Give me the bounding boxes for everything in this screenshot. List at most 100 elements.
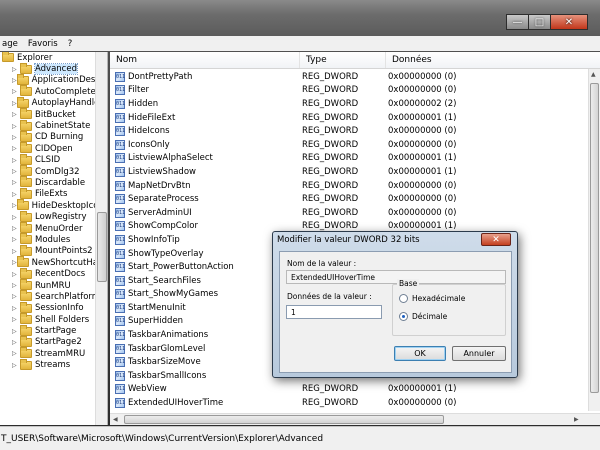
tree-item-label: LowRegistry — [35, 212, 87, 223]
tree-item[interactable]: ▷ ApplicationDestina — [0, 73, 107, 86]
values-vertical-scrollbar[interactable]: ▲ — [588, 69, 600, 411]
minimize-button[interactable]: — — [506, 14, 528, 30]
expand-arrow-icon[interactable]: ▷ — [12, 66, 20, 73]
scroll-up-icon[interactable]: ▲ — [591, 71, 596, 78]
values-horizontal-scrollbar[interactable]: ◀ ▶ — [110, 413, 600, 425]
tree-item[interactable]: ▷ ComDlg32 — [0, 165, 107, 177]
tree-scrollbar[interactable] — [95, 52, 107, 425]
radio-decimal[interactable]: Décimale — [399, 312, 447, 321]
column-header-type[interactable]: Type — [300, 52, 386, 68]
tree-scroll-thumb[interactable] — [97, 212, 107, 282]
expand-arrow-icon[interactable]: ▷ — [12, 100, 17, 107]
tree-item[interactable]: ▷ StartPage2 — [0, 335, 107, 348]
table-row[interactable]: 011 WebView REG_DWORD 0x00000001 (1) — [110, 383, 588, 397]
value-name: ShowCompColor — [128, 221, 198, 232]
expand-arrow-icon[interactable]: ▷ — [12, 271, 20, 278]
radio-hexadecimal[interactable]: Hexadécimale — [399, 294, 465, 303]
registry-tree[interactable]: Explorer ▷ Advanced ▷ ApplicationDestina ▷ Au… — [0, 52, 108, 425]
table-row[interactable]: 011 ListviewShadow REG_DWORD 0x00000001 (1) — [110, 165, 588, 179]
table-row[interactable]: 011 DontPrettyPath REG_DWORD 0x00000000 (0) — [110, 70, 588, 84]
maximize-button[interactable]: □ — [528, 14, 550, 30]
tree-item[interactable]: ▷ StreamMRU — [0, 347, 107, 359]
values-hscroll-thumb[interactable] — [124, 415, 444, 424]
expand-arrow-icon[interactable]: ▷ — [12, 214, 20, 221]
table-row[interactable]: 011 Hidden REG_DWORD 0x00000002 (2) — [110, 97, 588, 111]
expand-arrow-icon[interactable]: ▷ — [12, 282, 20, 289]
expand-arrow-icon[interactable]: ▷ — [12, 88, 20, 95]
scroll-left-icon[interactable]: ◀ — [113, 416, 118, 423]
table-row[interactable]: 011 MapNetDrvBtn REG_DWORD 0x00000000 (0) — [110, 179, 588, 193]
expand-arrow-icon[interactable]: ▷ — [12, 202, 17, 209]
expand-arrow-icon[interactable]: ▷ — [12, 77, 17, 84]
tree-item[interactable]: ▷ BitBucket — [0, 108, 107, 120]
tree-item[interactable]: ▷ CLSID — [0, 153, 107, 166]
tree-item[interactable]: ▷ SessionInfo — [0, 301, 107, 314]
radio-dec-icon[interactable] — [399, 312, 408, 321]
folder-icon — [20, 130, 32, 142]
menu-item-favoris[interactable]: Favoris — [28, 39, 58, 49]
expand-arrow-icon[interactable]: ▷ — [12, 305, 20, 312]
table-row[interactable]: 011 ListviewAlphaSelect REG_DWORD 0x0000000… — [110, 152, 588, 166]
expand-arrow-icon[interactable]: ▷ — [12, 191, 20, 198]
tree-item[interactable]: ▷ Streams — [0, 358, 107, 371]
expand-arrow-icon[interactable]: ▷ — [12, 339, 20, 346]
column-header-data[interactable]: Données — [386, 52, 600, 68]
expand-arrow-icon[interactable]: ▷ — [12, 157, 20, 164]
scroll-right-icon[interactable]: ▶ — [574, 416, 579, 423]
tree-item[interactable]: ▷ Shell Folders — [0, 313, 107, 325]
expand-arrow-icon[interactable]: ▷ — [12, 225, 20, 232]
table-row[interactable]: 011 ExtendedUIHoverTime REG_DWORD 0x0000000… — [110, 396, 588, 410]
value-data-field[interactable]: 1 — [286, 305, 382, 319]
tree-item[interactable]: ▷ RunMRU — [0, 279, 107, 291]
expand-arrow-icon[interactable]: ▷ — [12, 236, 20, 243]
expand-arrow-icon[interactable]: ▷ — [12, 328, 20, 335]
tree-item-label: RecentDocs — [35, 269, 86, 280]
expand-arrow-icon[interactable]: ▷ — [12, 123, 20, 130]
values-scroll-thumb[interactable] — [590, 83, 599, 393]
expand-arrow-icon[interactable]: ▷ — [12, 134, 20, 141]
tree-item[interactable]: ▷ CabinetState — [0, 119, 107, 131]
tree-item[interactable]: ▷ StartPage — [0, 324, 107, 336]
tree-item[interactable]: ▷ LowRegistry — [0, 210, 107, 223]
radio-hex-icon[interactable] — [399, 294, 408, 303]
expand-arrow-icon[interactable]: ▷ — [12, 350, 20, 357]
expand-arrow-icon[interactable]: ▷ — [12, 145, 20, 152]
table-row[interactable]: 011 Filter REG_DWORD 0x00000000 (0) — [110, 84, 588, 98]
table-row[interactable]: 011 ServerAdminUI REG_DWORD 0x00000000 (0) — [110, 206, 588, 220]
table-row[interactable]: 011 HideFileExt REG_DWORD 0x00000001 (1) — [110, 111, 588, 125]
close-button[interactable]: ✕ — [550, 14, 588, 30]
expand-arrow-icon[interactable]: ▷ — [12, 248, 20, 255]
tree-item[interactable]: ▷ RecentDocs — [0, 267, 107, 280]
expand-arrow-icon[interactable]: ▷ — [12, 168, 20, 175]
dialog-close-button[interactable]: ✕ — [481, 233, 511, 246]
table-row[interactable]: 011 IconsOnly REG_DWORD 0x00000000 (0) — [110, 138, 588, 152]
menu-item-help[interactable]: ? — [68, 39, 73, 49]
tree-item-explorer[interactable]: Explorer — [0, 52, 107, 63]
expand-arrow-icon[interactable]: ▷ — [12, 259, 17, 266]
tree-item[interactable]: ▷ Discardable — [0, 176, 107, 188]
cancel-button[interactable]: Annuler — [452, 346, 506, 361]
tree-item[interactable]: ▷ HideDesktopIcons — [0, 199, 107, 211]
folder-icon — [20, 267, 32, 279]
table-row[interactable]: 011 HideIcons REG_DWORD 0x00000000 (0) — [110, 124, 588, 138]
ok-button[interactable]: OK — [394, 346, 446, 361]
expand-arrow-icon[interactable]: ▷ — [12, 362, 20, 369]
menu-item-affichage[interactable]: age — [2, 39, 18, 49]
expand-arrow-icon[interactable]: ▷ — [12, 316, 20, 323]
tree-item[interactable]: ▷ MenuOrder — [0, 222, 107, 234]
value-name-field[interactable]: ExtendedUIHoverTime — [286, 270, 506, 284]
table-row[interactable]: 011 SeparateProcess REG_DWORD 0x00000000 (0… — [110, 192, 588, 206]
expand-arrow-icon[interactable]: ▷ — [12, 179, 20, 186]
tree-item[interactable]: ▷ Modules — [0, 233, 107, 245]
value-name: Filter — [128, 85, 150, 96]
column-header-name[interactable]: Nom — [110, 52, 300, 68]
expand-arrow-icon[interactable]: ▷ — [12, 293, 20, 300]
tree-item[interactable]: ▷ CD Burning — [0, 130, 107, 143]
tree-item[interactable]: ▷ NewShortcutHand — [0, 256, 107, 268]
reg-dword-icon: 011 — [115, 302, 126, 313]
tree-item[interactable]: ▷ AutoplayHandlers — [0, 96, 107, 109]
tree-item[interactable]: ▷ SearchPlatform — [0, 290, 107, 302]
folder-icon — [20, 210, 32, 222]
expand-arrow-icon[interactable]: ▷ — [12, 111, 20, 118]
tree-item[interactable]: ▷ CIDOpen — [0, 142, 107, 154]
